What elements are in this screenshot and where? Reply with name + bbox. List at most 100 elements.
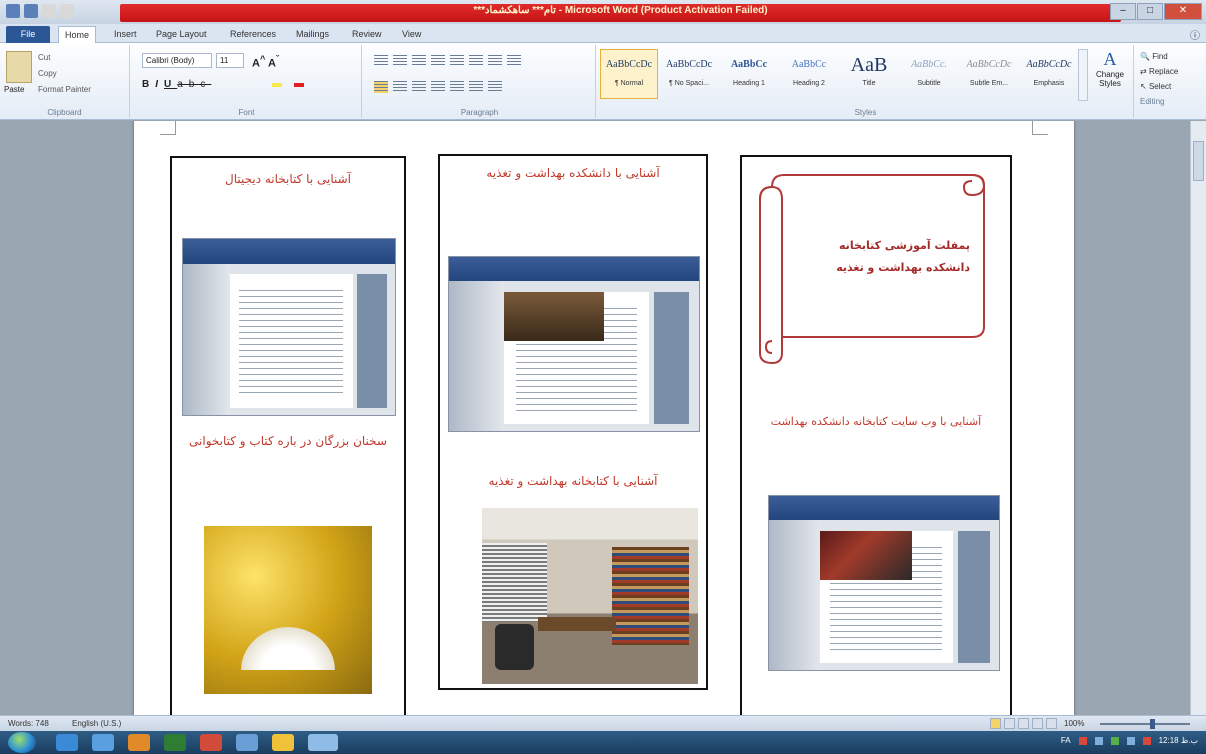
paste-icon[interactable] <box>6 51 32 83</box>
minimize-button[interactable]: – <box>1110 3 1136 20</box>
style-title[interactable]: AaB Title <box>840 49 898 99</box>
network-icon[interactable] <box>1110 736 1119 745</box>
style-heading-2[interactable]: AaBbCc Heading 2 <box>780 49 838 99</box>
tab-review[interactable]: Review <box>346 26 388 43</box>
zoom-slider[interactable] <box>1100 723 1190 725</box>
draft-view-button[interactable] <box>1046 718 1057 729</box>
style-sample: AaB <box>850 54 888 76</box>
app-icon[interactable] <box>236 734 258 751</box>
scrollbar-thumb[interactable] <box>1193 141 1204 181</box>
tab-mailings[interactable]: Mailings <box>290 26 335 43</box>
rtl-direction-icon[interactable] <box>469 55 483 67</box>
underline-button[interactable]: U <box>164 79 177 90</box>
book-image <box>204 526 372 694</box>
align-center-icon[interactable] <box>393 81 407 93</box>
close-button[interactable]: ✕ <box>1164 3 1202 20</box>
font-color-icon[interactable] <box>294 79 304 89</box>
font-family-select[interactable]: Calibri (Body) <box>142 53 212 68</box>
tab-page-layout[interactable]: Page Layout <box>150 26 213 43</box>
word-count[interactable]: Words: 748 <box>8 719 49 728</box>
zoom-level[interactable]: 100% <box>1064 719 1084 728</box>
vertical-scrollbar[interactable] <box>1190 121 1206 715</box>
paragraph-row-2 <box>374 81 502 93</box>
language-indicator[interactable]: English (U.S.) <box>72 719 121 728</box>
line-spacing-icon[interactable] <box>450 81 464 93</box>
tray-icon[interactable] <box>1094 736 1103 745</box>
start-button[interactable] <box>8 732 36 753</box>
style-heading-1[interactable]: AaBbCc Heading 1 <box>720 49 778 99</box>
tray-icon[interactable] <box>1142 736 1151 745</box>
highlight-color-icon[interactable] <box>272 79 282 89</box>
full-screen-view-button[interactable] <box>1004 718 1015 729</box>
cut-button[interactable]: Cut <box>38 53 50 62</box>
strikethrough-button[interactable]: abc <box>177 79 211 90</box>
multilevel-list-icon[interactable] <box>412 55 426 67</box>
replace-button[interactable]: ⇄ Replace <box>1140 64 1178 79</box>
style-no-spacing[interactable]: AaBbCcDc ¶ No Spaci... <box>660 49 718 99</box>
paste-button[interactable]: Paste <box>4 85 24 94</box>
borders-icon[interactable] <box>488 81 502 93</box>
save-icon[interactable] <box>24 4 38 18</box>
format-painter-button[interactable]: Format Painter <box>38 85 91 94</box>
document-area[interactable]: آشنایی با کتابخانه دیجیتال سخنان بزرگان … <box>0 121 1190 715</box>
app-icon[interactable] <box>200 734 222 751</box>
font-size-select[interactable]: 11 <box>216 53 244 68</box>
media-player-icon[interactable] <box>128 734 150 751</box>
copy-button[interactable]: Copy <box>38 69 57 78</box>
tray-icon[interactable] <box>1078 736 1087 745</box>
word-app-icon[interactable] <box>6 4 20 18</box>
style-subtitle[interactable]: AaBbCc. Subtitle <box>900 49 958 99</box>
print-layout-view-button[interactable] <box>990 718 1001 729</box>
tab-file[interactable]: File <box>6 26 50 43</box>
tab-home[interactable]: Home <box>58 26 97 43</box>
bold-button[interactable]: B <box>142 79 155 90</box>
tab-references[interactable]: References <box>224 26 282 43</box>
maximize-button[interactable]: □ <box>1137 3 1163 20</box>
italic-button[interactable]: I <box>155 79 164 90</box>
ie-icon[interactable] <box>56 734 78 751</box>
decrease-indent-icon[interactable] <box>431 55 445 67</box>
sort-icon[interactable] <box>488 55 502 67</box>
justify-icon[interactable] <box>431 81 445 93</box>
show-formatting-icon[interactable] <box>507 55 521 67</box>
library-photo <box>482 508 698 684</box>
find-button[interactable]: 🔍 Find <box>1140 49 1178 64</box>
change-styles-button[interactable]: A Change Styles <box>1092 49 1128 88</box>
align-right-icon[interactable] <box>412 81 426 93</box>
tab-view[interactable]: View <box>396 26 427 43</box>
view-buttons <box>990 718 1057 729</box>
bullets-icon[interactable] <box>374 55 388 67</box>
style-sample: AaBbCc. <box>911 59 947 70</box>
redo-icon[interactable] <box>60 4 74 18</box>
select-button[interactable]: ↖ Select <box>1140 79 1178 94</box>
align-left-icon[interactable] <box>374 81 388 93</box>
clock[interactable]: 12:18 ب.ظ <box>1159 736 1198 745</box>
numbering-icon[interactable] <box>393 55 407 67</box>
web-layout-view-button[interactable] <box>1018 718 1029 729</box>
style-normal[interactable]: AaBbCcDc ¶ Normal <box>600 49 658 99</box>
style-subtle-emphasis[interactable]: AaBbCcDc Subtle Em... <box>960 49 1018 99</box>
group-paragraph: Paragraph <box>364 45 596 118</box>
explorer-icon[interactable] <box>92 734 114 751</box>
style-emphasis[interactable]: AaBbCcDc Emphasis <box>1020 49 1078 99</box>
quick-access-toolbar <box>6 4 74 18</box>
taskbar-apps <box>56 734 338 751</box>
volume-icon[interactable] <box>1126 736 1135 745</box>
help-icon[interactable]: ⓘ <box>1190 27 1200 42</box>
language-bar[interactable]: FA <box>1061 736 1071 745</box>
tab-insert[interactable]: Insert <box>108 26 143 43</box>
document-page[interactable]: آشنایی با کتابخانه دیجیتال سخنان بزرگان … <box>134 121 1074 715</box>
grow-font-icon[interactable]: A^ Aˇ <box>252 54 279 70</box>
zoom-slider-knob[interactable] <box>1150 719 1155 729</box>
word-taskbar-icon[interactable] <box>308 734 338 751</box>
app-icon[interactable] <box>272 734 294 751</box>
styles-gallery-scrollbar[interactable] <box>1078 49 1088 101</box>
app-icon[interactable] <box>164 734 186 751</box>
font-group-label: Font <box>238 108 255 117</box>
library-website-screenshot <box>768 495 1000 671</box>
outline-view-button[interactable] <box>1032 718 1043 729</box>
shading-icon[interactable] <box>469 81 483 93</box>
panel-middle-title: آشنایی با دانشکده بهداشت و تغذیه <box>486 166 660 180</box>
undo-icon[interactable] <box>42 4 56 18</box>
increase-indent-icon[interactable] <box>450 55 464 67</box>
